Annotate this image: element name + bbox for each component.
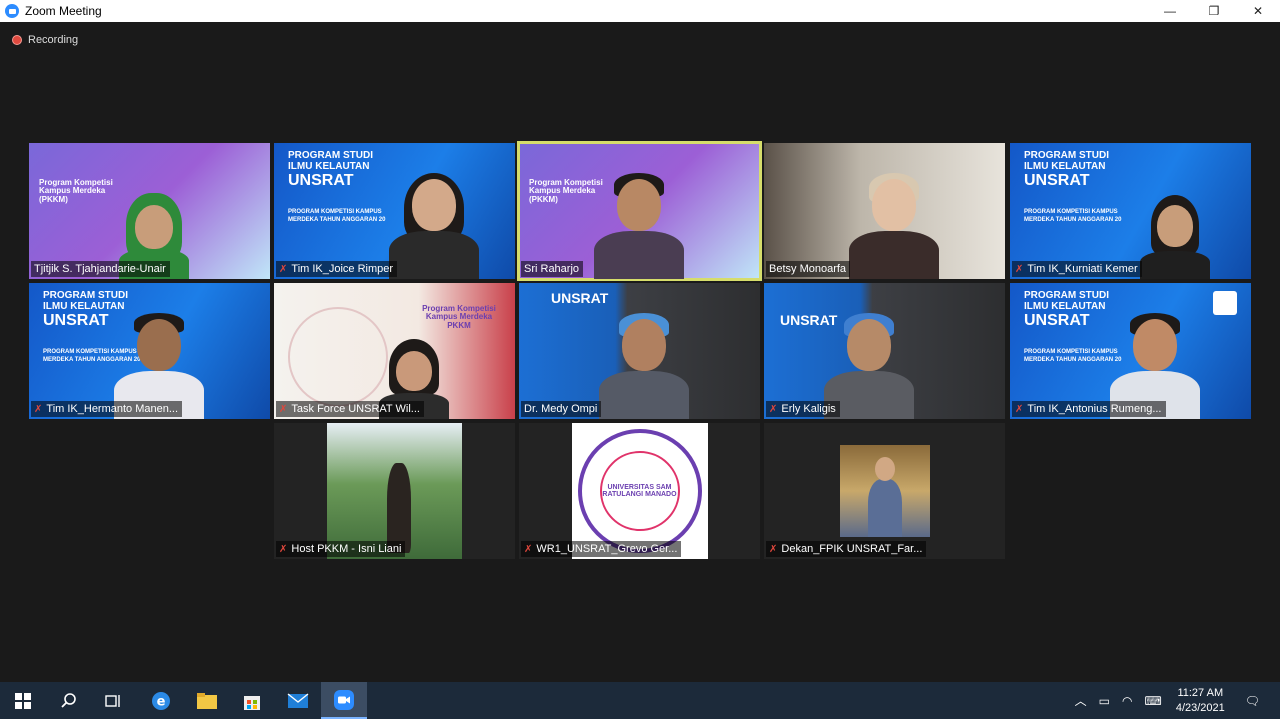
window-title: Zoom Meeting bbox=[25, 4, 102, 18]
window-titlebar: Zoom Meeting — ❐ ✕ bbox=[0, 0, 1280, 22]
search-icon[interactable] bbox=[46, 682, 92, 719]
close-button[interactable]: ✕ bbox=[1236, 0, 1280, 22]
mail-icon[interactable] bbox=[275, 682, 321, 719]
mic-muted-icon: ✗ bbox=[279, 403, 288, 415]
file-explorer-icon[interactable] bbox=[184, 682, 230, 719]
zoom-taskbar-icon[interactable] bbox=[321, 682, 367, 719]
participant-name: ✗ Erly Kaligis bbox=[766, 401, 840, 417]
participant-name: Betsy Monoarfa bbox=[766, 261, 851, 277]
slide-heading: UNSRAT bbox=[288, 172, 354, 189]
slide-text: Program Kompetisi Kampus Merdeka (PKKM) bbox=[39, 178, 113, 204]
system-clock[interactable]: 11:27 AM 4/23/2021 bbox=[1176, 686, 1225, 716]
university-seal-watermark bbox=[288, 307, 388, 407]
video-tile-active-speaker[interactable]: Program Kompetisi Kampus Merdeka (PKKM) … bbox=[517, 141, 762, 281]
university-logo-icon bbox=[1213, 291, 1237, 315]
windows-taskbar: e ︿ ▭ ◠ ⌨ 11:27 AM 4/23/2021 🗨 bbox=[0, 682, 1280, 719]
video-tile[interactable]: PROGRAM STUDI ILMU KELAUTAN UNSRAT PROGR… bbox=[1010, 143, 1251, 279]
mic-muted-icon: ✗ bbox=[524, 543, 533, 555]
video-tile[interactable]: UNSRAT ✗ Erly Kaligis bbox=[764, 283, 1005, 419]
recording-label: Recording bbox=[28, 34, 79, 46]
slide-heading: UNSRAT bbox=[1024, 312, 1090, 329]
video-tile[interactable]: Betsy Monoarfa bbox=[764, 143, 1005, 279]
slide-subtitle: PROGRAM KOMPETISI KAMPUS MERDEKA TAHUN A… bbox=[288, 209, 386, 223]
edge-browser-icon[interactable]: e bbox=[138, 682, 184, 719]
mic-muted-icon: ✗ bbox=[279, 263, 288, 275]
slide-text: Program Kompetisi Kampus Merdeka PKKM bbox=[422, 304, 496, 330]
participant-name: ✗ Host PKKM - Isni Liani bbox=[276, 541, 406, 557]
mic-muted-icon: ✗ bbox=[769, 543, 778, 555]
slide-subtitle: PROGRAM KOMPETISI KAMPUS MERDEKA TAHUN A… bbox=[1024, 349, 1122, 363]
video-tile[interactable]: PROGRAM STUDI ILMU KELAUTAN UNSRAT PROGR… bbox=[29, 283, 270, 419]
slide-title: PROGRAM STUDI ILMU KELAUTAN bbox=[1024, 290, 1109, 312]
mic-muted-icon: ✗ bbox=[769, 403, 778, 415]
participant-name: ✗ Task Force UNSRAT Wil... bbox=[276, 401, 424, 417]
participant-photo bbox=[840, 445, 930, 537]
participant-photo bbox=[327, 423, 462, 559]
video-tile[interactable]: Program Kompetisi Kampus Merdeka (PKKM) … bbox=[29, 143, 270, 279]
slide-heading: UNSRAT bbox=[551, 290, 609, 306]
video-tile[interactable]: PROGRAM STUDI ILMU KELAUTAN UNSRAT PROGR… bbox=[274, 143, 515, 279]
mic-muted-icon: ✗ bbox=[279, 543, 288, 555]
mic-muted-icon: ✗ bbox=[34, 403, 43, 415]
video-tile[interactable]: ✗ Dekan_FPIK UNSRAT_Far... bbox=[764, 423, 1005, 559]
slide-subtitle: PROGRAM KOMPETISI KAMPUS MERDEKA TAHUN A… bbox=[1024, 209, 1122, 223]
video-tile[interactable]: UNIVERSITAS SAM RATULANGI MANADO ✗ WR1_UN… bbox=[519, 423, 760, 559]
video-tile[interactable]: UNSRAT Dr. Medy Ompi bbox=[519, 283, 760, 419]
maximize-button[interactable]: ❐ bbox=[1192, 0, 1236, 22]
battery-icon[interactable]: ▭ bbox=[1099, 694, 1110, 708]
mic-muted-icon: ✗ bbox=[1015, 403, 1024, 415]
recording-indicator[interactable]: Recording bbox=[12, 34, 78, 46]
minimize-button[interactable]: — bbox=[1148, 0, 1192, 22]
slide-heading: UNSRAT bbox=[1024, 172, 1090, 189]
zoom-app-icon bbox=[5, 4, 19, 18]
task-view-icon[interactable] bbox=[90, 682, 136, 719]
university-logo: UNIVERSITAS SAM RATULANGI MANADO bbox=[571, 423, 708, 559]
keyboard-icon[interactable]: ⌨ bbox=[1145, 694, 1162, 708]
participant-name: ✗ Tim IK_Hermanto Manen... bbox=[31, 401, 183, 417]
participant-name: ✗ Tim IK_Joice Rimper bbox=[276, 261, 398, 277]
slide-title: PROGRAM STUDI ILMU KELAUTAN bbox=[1024, 150, 1109, 172]
participant-name: Dr. Medy Ompi bbox=[521, 401, 602, 417]
video-tile[interactable]: ✗ Host PKKM - Isni Liani bbox=[274, 423, 515, 559]
clock-time: 11:27 AM bbox=[1177, 686, 1224, 699]
slide-heading: UNSRAT bbox=[43, 312, 109, 329]
wifi-icon[interactable]: ◠ bbox=[1122, 694, 1132, 708]
svg-text:e: e bbox=[157, 694, 166, 709]
store-icon[interactable] bbox=[229, 682, 275, 719]
chevron-up-icon[interactable]: ︿ bbox=[1075, 692, 1087, 709]
slide-title: PROGRAM STUDI ILMU KELAUTAN bbox=[288, 150, 373, 172]
participant-name: ✗ WR1_UNSRAT_Grevo Ger... bbox=[521, 541, 682, 557]
mic-muted-icon: ✗ bbox=[1015, 263, 1024, 275]
participant-name: Sri Raharjo bbox=[521, 261, 584, 277]
notifications-icon[interactable]: 🗨 bbox=[1245, 694, 1260, 708]
participant-name: ✗ Tim IK_Kurniati Kemer bbox=[1012, 261, 1142, 277]
start-windows-icon[interactable] bbox=[0, 682, 46, 719]
clock-date: 4/23/2021 bbox=[1175, 701, 1225, 714]
recording-dot-icon bbox=[12, 35, 22, 45]
participant-name: ✗ Dekan_FPIK UNSRAT_Far... bbox=[766, 541, 927, 557]
video-tile[interactable]: Program Kompetisi Kampus Merdeka PKKM ✗ T… bbox=[274, 283, 515, 419]
participant-name: ✗ Tim IK_Antonius Rumeng... bbox=[1012, 401, 1166, 417]
participant-name: Tjitjik S. Tjahjandarie-Unair bbox=[31, 261, 170, 277]
video-tile[interactable]: PROGRAM STUDI ILMU KELAUTAN UNSRAT PROGR… bbox=[1010, 283, 1251, 419]
